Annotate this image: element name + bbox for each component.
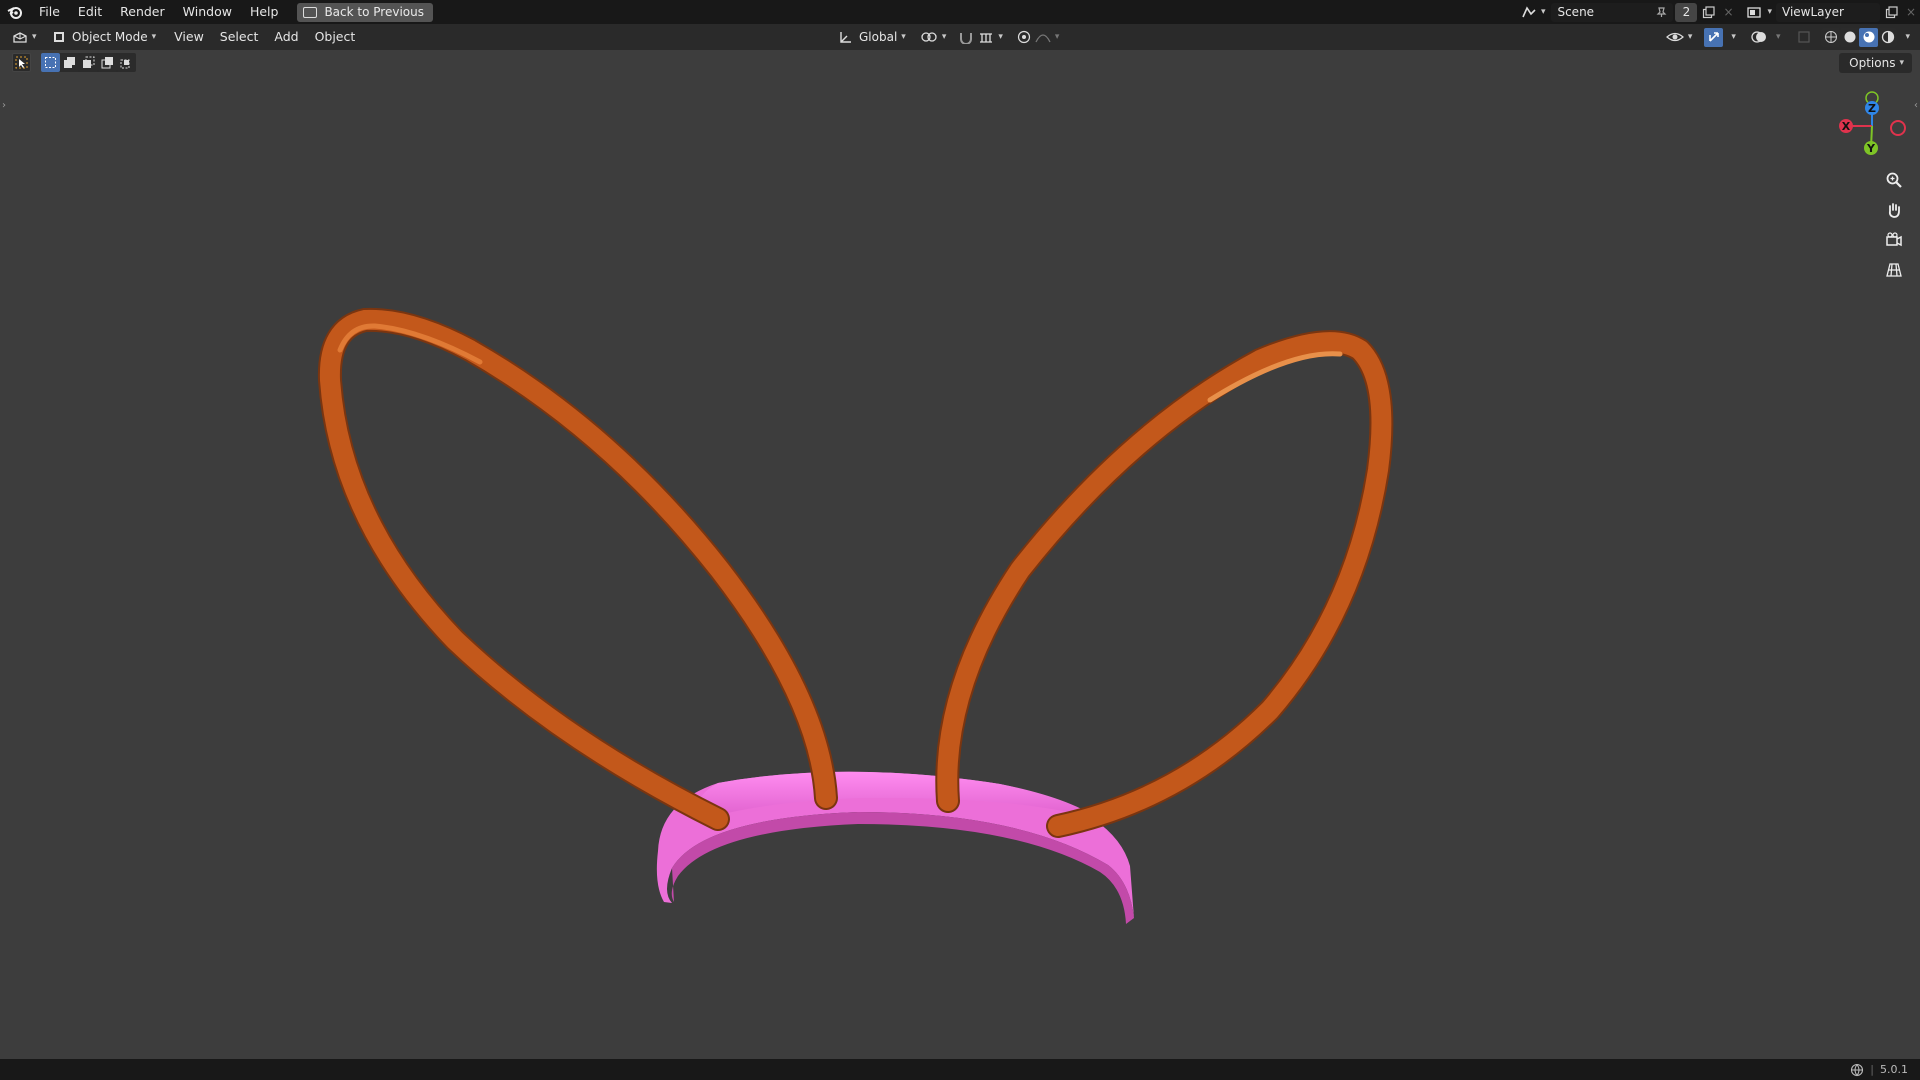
scene-icon (1522, 6, 1536, 18)
duplicate-icon (1702, 5, 1715, 18)
falloff-curve-icon (1035, 34, 1051, 43)
menu-render[interactable]: Render (111, 0, 174, 24)
neg-x-axis-icon[interactable] (1890, 120, 1906, 136)
right-ear[interactable] (935, 330, 1394, 838)
gizmo-toggle[interactable] (1704, 27, 1724, 47)
solid-shading-button[interactable] (1840, 27, 1860, 47)
overlay-dropdown[interactable]: ▾ (1776, 32, 1781, 42)
hand-pan-icon (1888, 203, 1900, 218)
gizmo-dropdown[interactable]: ▾ (1731, 32, 1736, 42)
ortho-toggle-button[interactable] (1882, 258, 1906, 282)
view-layer-icon (1747, 6, 1762, 18)
menu-view[interactable]: View (166, 25, 212, 49)
proportional-editing-toggle[interactable] (1017, 30, 1031, 44)
visibility-dropdown[interactable]: ▾ (1665, 30, 1692, 44)
pivot-point-dropdown[interactable]: ▾ (920, 30, 946, 44)
proportional-icon (1017, 30, 1030, 44)
main-menu: File Edit Render Window Help (30, 0, 287, 24)
xray-toggle[interactable] (1794, 27, 1814, 47)
view-layer-name: ViewLayer (1782, 5, 1844, 19)
new-scene-button[interactable] (1697, 5, 1719, 19)
camera-view-button[interactable] (1882, 228, 1906, 252)
editor-type-icon (13, 32, 27, 43)
navigation-gizmo (1882, 168, 1906, 282)
xray-icon (1798, 31, 1810, 43)
screen-icon (303, 6, 318, 18)
zoom-button[interactable] (1882, 168, 1906, 192)
top-bar: File Edit Render Window Help Back to Pre… (0, 0, 1920, 24)
zoom-icon (1886, 172, 1902, 188)
shading-dropdown[interactable]: ▾ (1905, 32, 1910, 42)
pin-icon[interactable] (1655, 6, 1667, 18)
left-ear[interactable] (317, 307, 838, 831)
menu-file[interactable]: File (30, 0, 69, 24)
viewport-header: ▾ Object Mode ▾ View Select Add Object G… (0, 24, 1920, 50)
version-label: 5.0.1 (1880, 1063, 1908, 1076)
transform-orientation-icon (840, 32, 851, 43)
editor-type-button[interactable]: ▾ (12, 30, 40, 44)
new-view-layer-button[interactable] (1880, 5, 1902, 19)
overlay-toggle[interactable] (1750, 30, 1768, 44)
blender-logo-icon[interactable] (0, 0, 30, 24)
z-axis-label: Z (1868, 102, 1876, 115)
rendered-shading-icon (1881, 30, 1895, 44)
scene-name: Scene (1557, 5, 1595, 19)
status-bar: | 5.0.1 (0, 1059, 1920, 1080)
duplicate-icon (1885, 5, 1898, 18)
object-mode-label: Object Mode (72, 30, 148, 44)
menu-object[interactable]: Object (307, 25, 364, 49)
menu-edit[interactable]: Edit (69, 0, 111, 24)
pivot-icon (921, 32, 937, 42)
object-mode-icon (54, 32, 64, 42)
y-axis-label: Y (1866, 142, 1876, 155)
overlay-icon (1751, 31, 1766, 43)
material-shading-button[interactable] (1859, 27, 1879, 47)
camera-icon (1886, 232, 1902, 247)
proportional-falloff-dropdown[interactable]: ▾ (1035, 30, 1059, 44)
scene-users-count: 2 (1675, 2, 1698, 22)
wireframe-shading-icon (1824, 31, 1837, 43)
scene-browse-button[interactable]: ▾ (1521, 5, 1545, 19)
transform-orientation-label: Global (859, 30, 898, 44)
snap-icon (960, 33, 973, 44)
snap-target-dropdown[interactable]: ▾ (978, 30, 1003, 44)
view-layer-field[interactable]: ViewLayer (1776, 2, 1880, 22)
snap-increment-icon (980, 33, 993, 43)
wireframe-shading-button[interactable] (1821, 27, 1841, 47)
visibility-icon (1665, 32, 1684, 42)
delete-scene-icon[interactable]: × (1719, 5, 1737, 19)
scene-name-field[interactable]: Scene (1551, 2, 1674, 22)
menu-add[interactable]: Add (266, 25, 306, 49)
menu-help[interactable]: Help (241, 0, 288, 24)
solid-shading-icon (1844, 31, 1856, 43)
scene-users-value: 2 (1682, 5, 1691, 19)
pan-button[interactable] (1882, 198, 1906, 222)
x-axis-label: X (1842, 120, 1851, 133)
version-info: | 5.0.1 (1850, 1059, 1908, 1080)
orientation-gizmo[interactable]: Z X Y (1820, 88, 1920, 168)
headband[interactable] (656, 771, 1134, 924)
view-layer-browse-button[interactable]: ▾ (1747, 6, 1772, 19)
menu-window[interactable]: Window (174, 0, 241, 24)
back-to-previous-button[interactable]: Back to Previous (297, 2, 433, 22)
snap-toggle[interactable] (958, 30, 974, 44)
material-shading-icon (1863, 31, 1875, 43)
object-mode-dropdown[interactable]: Object Mode ▾ (48, 30, 160, 44)
network-icon (1851, 1063, 1864, 1076)
transform-orientation-dropdown[interactable]: Global ▾ (838, 30, 906, 44)
delete-view-layer-icon[interactable]: × (1902, 5, 1920, 19)
gizmo-icon (1709, 32, 1719, 42)
back-to-previous-label: Back to Previous (324, 5, 424, 19)
grid-icon (1886, 263, 1902, 277)
menu-select[interactable]: Select (212, 25, 267, 49)
rendered-shading-button[interactable] (1878, 27, 1898, 47)
viewport-canvas[interactable] (0, 50, 1920, 1059)
